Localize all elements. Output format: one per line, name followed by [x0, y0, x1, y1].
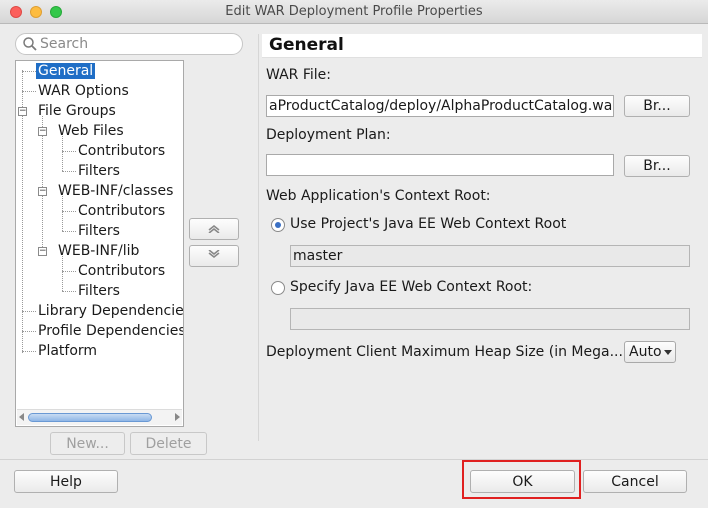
tree-item-web-files[interactable]: Web Files — [58, 122, 124, 141]
new-button-label: New... — [66, 435, 109, 452]
tree-item-label: Platform — [38, 343, 98, 359]
tree-horizontal-scrollbar[interactable] — [17, 409, 182, 425]
tree-item-general[interactable]: General — [36, 62, 96, 81]
tree-item-label: Library Dependencies — [38, 303, 184, 319]
tree-guide-line — [62, 136, 63, 171]
move-up-button[interactable] — [189, 218, 239, 240]
tree-item-web-inf-classes[interactable]: WEB-INF/classes — [58, 182, 173, 201]
war-file-browse-button[interactable]: Br... — [624, 95, 690, 117]
context-root-value: master — [290, 245, 690, 267]
tree-item-label: Contributors — [78, 143, 166, 159]
search-input[interactable] — [40, 35, 236, 53]
tree-item-filters[interactable]: Filters — [78, 162, 120, 181]
heap-size-label: Deployment Client Maximum Heap Size (in … — [266, 344, 623, 360]
tree-guide-line — [62, 196, 63, 231]
tree-item-library-dependencies[interactable]: Library Dependencies — [38, 302, 184, 321]
scroll-right-icon[interactable] — [175, 413, 180, 421]
specify-context-root-radio[interactable] — [271, 281, 285, 295]
tree-item-label: WAR Options — [38, 83, 129, 99]
search-icon — [23, 37, 37, 51]
tree-guide-line — [22, 331, 36, 332]
tree-guide-line — [62, 256, 63, 291]
tree-item-web-inf-lib[interactable]: WEB-INF/lib — [58, 242, 139, 261]
tree-item-platform[interactable]: Platform — [38, 342, 97, 361]
collapse-icon[interactable]: − — [18, 107, 27, 116]
collapse-icon[interactable]: − — [38, 187, 47, 196]
help-button[interactable]: Help — [14, 470, 118, 493]
tree-guide-line — [62, 271, 76, 272]
tree-guide-line — [62, 211, 76, 212]
use-project-context-root-label[interactable]: Use Project's Java EE Web Context Root — [290, 216, 566, 232]
tree-guide-line — [62, 151, 76, 152]
ok-button[interactable]: OK — [470, 470, 575, 493]
delete-button-label: Delete — [145, 435, 192, 452]
chevron-down-icon — [208, 249, 220, 259]
heap-size-select[interactable]: Auto — [624, 341, 676, 363]
title-bar: Edit WAR Deployment Profile Properties — [0, 0, 708, 24]
specify-context-root-field — [290, 308, 690, 330]
collapse-icon[interactable]: − — [38, 247, 47, 256]
chevron-up-icon — [208, 224, 220, 234]
tree-guide-line — [22, 311, 36, 312]
browse-button-label: Br... — [643, 98, 671, 114]
tree-guide-line — [22, 91, 36, 92]
tree-guide-line — [42, 116, 43, 251]
tree-item-label: General — [36, 63, 96, 79]
cancel-button-label: Cancel — [611, 473, 659, 490]
tree-item-label: Contributors — [78, 203, 166, 219]
deployment-plan-label: Deployment Plan: — [266, 127, 391, 143]
tree-item-label: Web Files — [58, 123, 124, 139]
tree-item-contributors[interactable]: Contributors — [78, 202, 165, 221]
tree-guide-line — [22, 71, 36, 72]
tree-item-war-options[interactable]: WAR Options — [38, 82, 129, 101]
war-file-field[interactable]: aProductCatalog/deploy/AlphaProductCatal… — [266, 95, 614, 117]
tree-guide-line — [62, 291, 76, 292]
war-file-label: WAR File: — [266, 67, 331, 83]
chevron-down-icon — [664, 350, 672, 355]
deployment-plan-field[interactable] — [266, 154, 614, 176]
specify-context-root-label[interactable]: Specify Java EE Web Context Root: — [290, 279, 532, 295]
scroll-left-icon[interactable] — [19, 413, 24, 421]
tree-guide-line — [62, 171, 76, 172]
tree-guide-line — [22, 351, 36, 352]
tree-item-label: Filters — [78, 283, 120, 299]
profile-tree[interactable]: − − − − General WAR Options File Groups … — [15, 60, 184, 427]
tree-item-contributors[interactable]: Contributors — [78, 262, 165, 281]
tree-item-label: Profile Dependencies — [38, 323, 184, 339]
deployment-plan-browse-button[interactable]: Br... — [624, 155, 690, 177]
tree-item-label: File Groups — [38, 103, 116, 119]
tree-item-label: Filters — [78, 223, 120, 239]
move-down-button[interactable] — [189, 245, 239, 267]
cancel-button[interactable]: Cancel — [583, 470, 687, 493]
section-title: General — [269, 35, 344, 55]
footer-divider — [0, 459, 708, 460]
heap-size-value: Auto — [629, 344, 662, 360]
context-root-label: Web Application's Context Root: — [266, 188, 491, 204]
search-box[interactable] — [15, 33, 243, 55]
use-project-context-root-radio[interactable] — [271, 218, 285, 232]
tree-item-label: Filters — [78, 163, 120, 179]
tree-item-file-groups[interactable]: File Groups — [38, 102, 116, 121]
tree-guide-line — [62, 231, 76, 232]
tree-item-profile-dependencies[interactable]: Profile Dependencies — [38, 322, 184, 341]
tree-item-label: WEB-INF/classes — [58, 183, 174, 199]
help-button-label: Help — [50, 473, 82, 490]
tree-item-filters[interactable]: Filters — [78, 282, 120, 301]
ok-button-label: OK — [512, 473, 533, 490]
new-button[interactable]: New... — [50, 432, 125, 455]
browse-button-label: Br... — [643, 158, 671, 174]
scrollbar-thumb[interactable] — [28, 413, 152, 422]
tree-item-filters[interactable]: Filters — [78, 222, 120, 241]
tree-item-contributors[interactable]: Contributors — [78, 142, 165, 161]
window-title: Edit WAR Deployment Profile Properties — [225, 4, 483, 19]
delete-button[interactable]: Delete — [130, 432, 207, 455]
tree-item-label: Contributors — [78, 263, 166, 279]
collapse-icon[interactable]: − — [38, 127, 47, 136]
tree-item-label: WEB-INF/lib — [58, 243, 140, 259]
